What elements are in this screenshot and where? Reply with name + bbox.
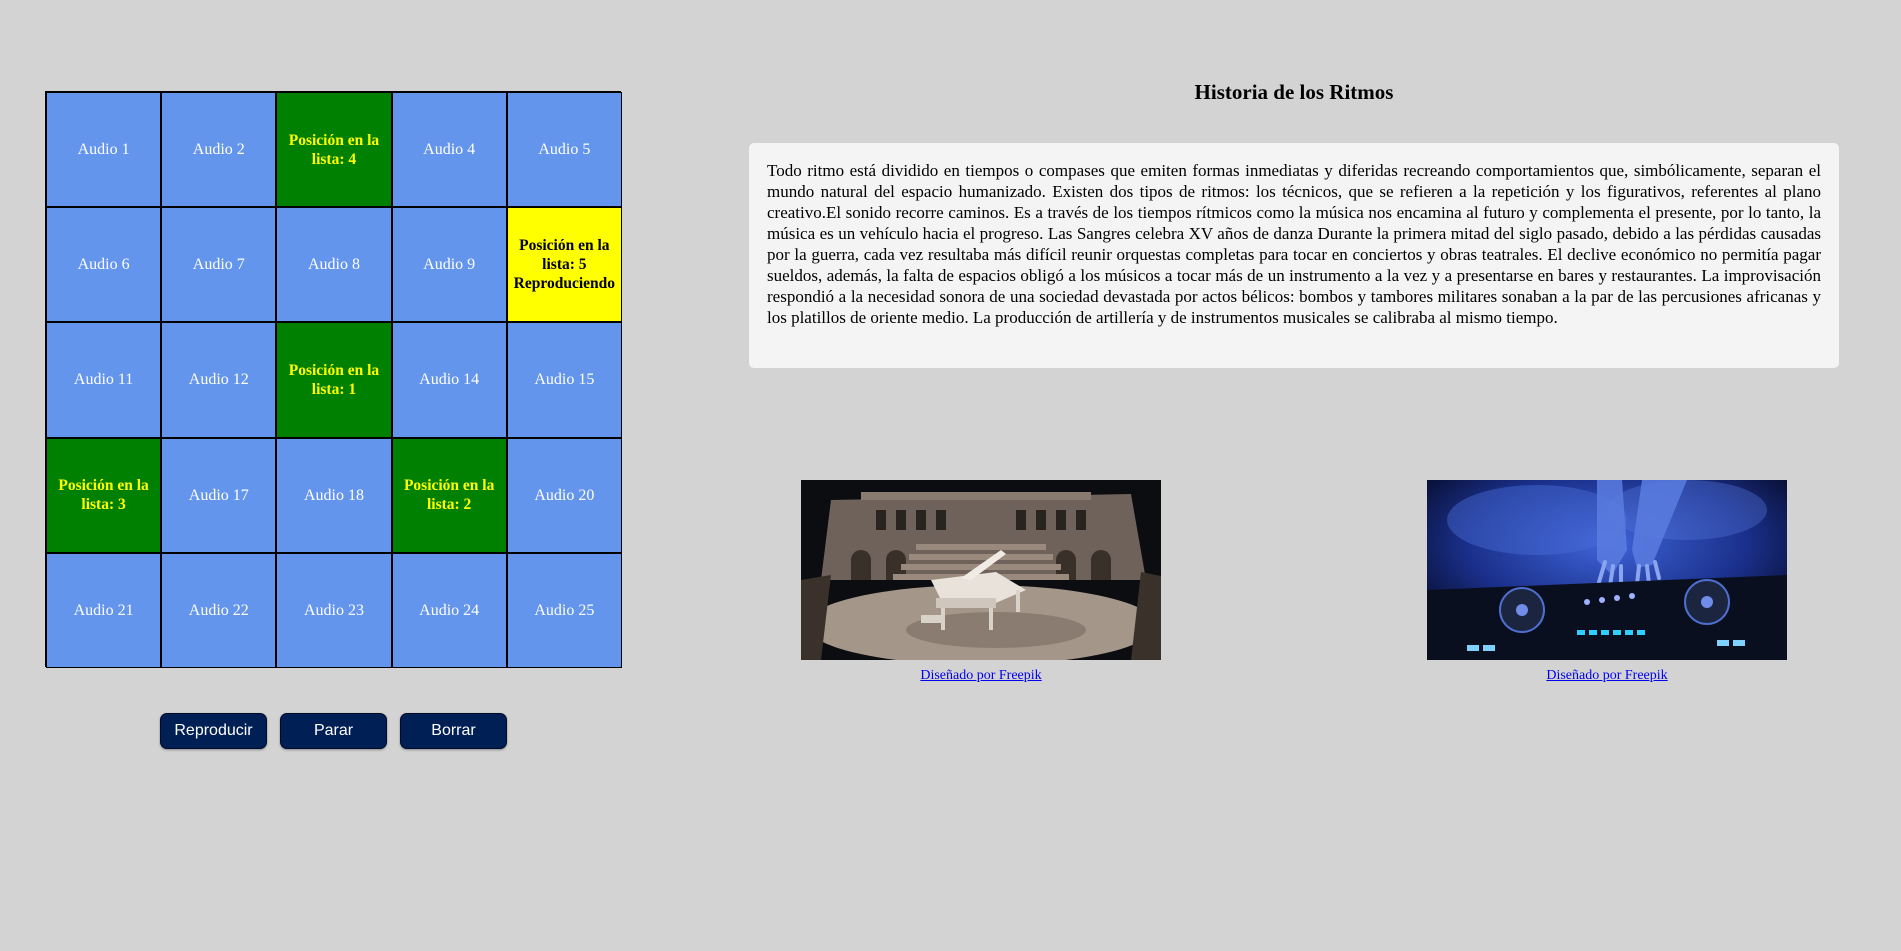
audio-cell-line: lista: 4: [311, 150, 357, 168]
audio-cell-label: Audio 25: [534, 601, 594, 620]
audio-cell-label: Audio 22: [189, 601, 249, 620]
audio-cell-18[interactable]: Audio 18: [276, 437, 392, 553]
audio-cell-25[interactable]: Audio 25: [506, 552, 622, 668]
audio-cell-line: Audio 22: [188, 601, 249, 619]
audio-grid: Audio 1 Audio 2 Posición en la lista: 4 Audi…: [45, 91, 622, 668]
audio-cell-label: Audio 12: [189, 370, 249, 389]
audio-cell-9[interactable]: Audio 9: [391, 207, 507, 323]
audio-cell-10[interactable]: Posición en la lista: 5 Reproduciendo: [506, 207, 622, 323]
audio-cell-line: Audio 23: [303, 601, 364, 619]
audio-cell-label: Posición en la lista: 4: [289, 131, 379, 169]
audio-cell-line: Audio 25: [534, 601, 595, 619]
audio-cell-label: Audio 15: [534, 370, 594, 389]
audio-cell-label: Audio 23: [304, 601, 364, 620]
audio-cell-24[interactable]: Audio 24: [391, 552, 507, 668]
audio-cell-22[interactable]: Audio 22: [161, 552, 277, 668]
audio-cell-line: lista: 5: [542, 256, 587, 274]
audio-cell-line: Audio 8: [307, 256, 360, 274]
clear-button[interactable]: Borrar: [400, 713, 507, 749]
audio-cell-line: Audio 24: [419, 601, 480, 619]
audio-cell-label: Audio 21: [74, 601, 134, 620]
audio-cell-label: Audio 20: [534, 486, 594, 505]
audio-cell-20[interactable]: Audio 20: [506, 437, 622, 553]
audio-cell-label: Audio 6: [78, 255, 130, 274]
audio-cell-label: Audio 17: [189, 486, 249, 505]
audio-cell-label: Audio 8: [308, 255, 360, 274]
audio-cell-line: Posición en la: [403, 477, 495, 495]
audio-cell-label: Audio 11: [74, 370, 133, 389]
audio-cell-2[interactable]: Audio 2: [161, 92, 277, 208]
audio-cell-label: Posición en la lista: 2: [404, 476, 494, 514]
audio-cell-label: Posición en la lista: 3: [58, 476, 148, 514]
audio-cell-12[interactable]: Audio 12: [161, 322, 277, 438]
audio-cell-line: lista: 1: [311, 380, 357, 398]
audio-cell-label: Audio 1: [78, 140, 130, 159]
audio-cell-line: Audio 20: [534, 486, 595, 504]
audio-cell-line: Audio 5: [538, 141, 591, 159]
audio-cell-line: Audio 12: [188, 371, 249, 389]
stop-button[interactable]: Parar: [280, 713, 387, 749]
audio-cell-line: Audio 9: [423, 256, 476, 274]
audio-cell-line: Posición en la: [288, 361, 380, 379]
audio-cell-6[interactable]: Audio 6: [46, 207, 162, 323]
credit-link-2[interactable]: Diseñado por Freepik: [1546, 668, 1667, 684]
audio-cell-23[interactable]: Audio 23: [276, 552, 392, 668]
audio-cell-label: Audio 7: [193, 255, 245, 274]
audio-cell-line: lista: 3: [81, 496, 126, 514]
audio-cell-3[interactable]: Posición en la lista: 4: [276, 92, 392, 208]
audio-cell-line: Audio 15: [534, 371, 595, 389]
audio-cell-11[interactable]: Audio 11: [46, 322, 162, 438]
audio-cell-line: Audio 2: [192, 141, 245, 159]
audio-cell-label: Audio 24: [419, 601, 479, 620]
audio-cell-line: Audio 7: [192, 256, 245, 274]
figure-dj: Diseñado por Freepik: [1427, 480, 1787, 684]
audio-cell-label: Audio 9: [423, 255, 475, 274]
audio-cell-line: Posición en la: [519, 237, 610, 255]
audio-cell-label: Audio 18: [304, 486, 364, 505]
figure-piano: Diseñado por Freepik: [801, 480, 1161, 684]
audio-cell-5[interactable]: Audio 5: [506, 92, 622, 208]
audio-cell-line: lista: 2: [426, 496, 472, 514]
article-title: Historia de los Ritmos: [1194, 80, 1394, 104]
audio-cell-16[interactable]: Posición en la lista: 3: [46, 437, 162, 553]
audio-cell-8[interactable]: Audio 8: [276, 207, 392, 323]
audio-cell-17[interactable]: Audio 17: [161, 437, 277, 553]
audio-cell-14[interactable]: Audio 14: [391, 322, 507, 438]
audio-cell-label: Audio 4: [423, 140, 475, 159]
audio-cell-line: Audio 1: [77, 141, 130, 159]
playback-controls: Reproducir Parar Borrar: [160, 713, 507, 749]
audio-cell-4[interactable]: Audio 4: [391, 92, 507, 208]
audio-cell-15[interactable]: Audio 15: [506, 322, 622, 438]
audio-cell-line: Audio 11: [73, 371, 134, 389]
audio-cell-line: Audio 21: [73, 601, 134, 619]
dj-mixer-image: [1427, 480, 1787, 660]
audio-cell-label: Posición en la lista: 1: [289, 361, 379, 399]
piano-amphitheater-image: [801, 480, 1161, 660]
audio-cell-19[interactable]: Posición en la lista: 2: [391, 437, 507, 553]
audio-cell-line: Audio 4: [423, 141, 476, 159]
audio-cell-21[interactable]: Audio 21: [46, 552, 162, 668]
audio-cell-7[interactable]: Audio 7: [161, 207, 277, 323]
audio-cell-label: Audio 5: [538, 140, 590, 159]
audio-cell-label: Posición en la lista: 5 Reproduciendo: [514, 236, 615, 293]
play-button[interactable]: Reproducir: [160, 713, 267, 749]
audio-cell-line: Audio 18: [303, 486, 364, 504]
audio-cell-line: Posición en la: [288, 131, 380, 149]
audio-cell-label: Audio 2: [193, 140, 245, 159]
audio-cell-line: Posición en la: [58, 477, 149, 495]
audio-cell-line: Audio 17: [188, 486, 249, 504]
credit-link-1[interactable]: Diseñado por Freepik: [920, 668, 1041, 684]
audio-cell-line: Reproduciendo: [513, 275, 616, 293]
page: Audio 1 Audio 2 Posición en la lista: 4 Audi…: [0, 0, 1901, 951]
audio-cell-line: Audio 14: [419, 371, 480, 389]
audio-cell-1[interactable]: Audio 1: [46, 92, 162, 208]
audio-cell-13[interactable]: Posición en la lista: 1: [276, 322, 392, 438]
audio-cell-label: Audio 14: [419, 370, 479, 389]
audio-cell-line: Audio 6: [77, 256, 130, 274]
article-body: Todo ritmo está dividido en tiempos o co…: [749, 143, 1839, 368]
